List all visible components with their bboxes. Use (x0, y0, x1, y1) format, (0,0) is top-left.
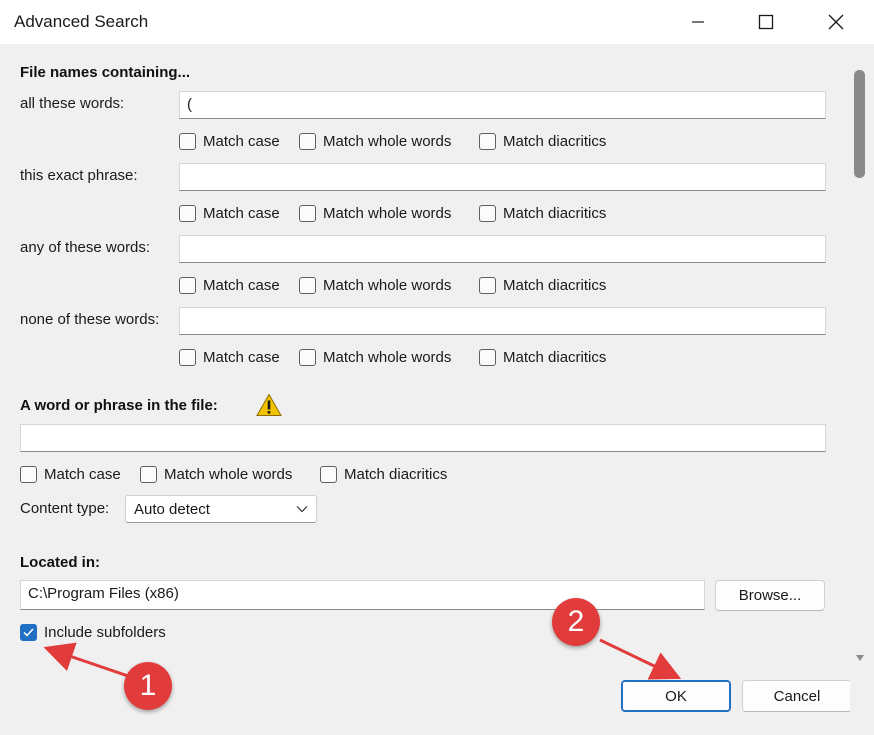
arrow-to-ok (599, 638, 682, 680)
annotation-badge-two: 2 (552, 598, 600, 646)
annotation-badge-one: 1 (124, 662, 172, 710)
arrow-to-subfolders (43, 642, 129, 678)
annotation-arrows (43, 638, 682, 680)
